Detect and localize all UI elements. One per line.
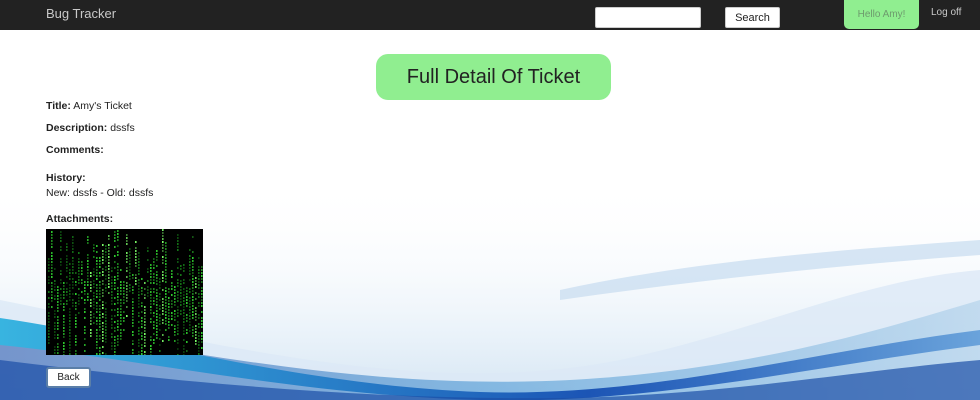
description-label: Description: xyxy=(46,122,108,134)
search-input[interactable] xyxy=(595,7,701,28)
log-off-link[interactable]: Log off xyxy=(931,7,961,18)
search-button[interactable]: Search xyxy=(725,7,780,28)
back-button[interactable]: Back xyxy=(46,367,91,388)
attachments-field: Attachments: xyxy=(46,213,113,225)
comments-field: Comments: xyxy=(46,144,104,156)
page-title: Full Detail Of Ticket xyxy=(376,54,611,100)
brand-link[interactable]: Bug Tracker xyxy=(46,6,116,21)
attachments-label: Attachments: xyxy=(46,213,114,225)
description-value: dssfs xyxy=(110,122,135,134)
top-navbar: Bug Tracker Search Hello Amy! Log off xyxy=(0,0,980,30)
title-field: Title: Amy's Ticket xyxy=(46,100,132,112)
history-label: History: xyxy=(46,172,86,184)
description-field: Description: dssfs xyxy=(46,122,135,134)
history-entry: New: dssfs - Old: dssfs xyxy=(46,187,154,199)
title-value: Amy's Ticket xyxy=(73,100,132,112)
attachment-image[interactable] xyxy=(46,229,203,355)
comments-label: Comments: xyxy=(46,144,104,156)
history-label-field: History: xyxy=(46,172,86,184)
title-label: Title: xyxy=(46,100,71,112)
matrix-rain-picture xyxy=(48,229,203,355)
user-greeting-link[interactable]: Hello Amy! xyxy=(844,0,919,29)
